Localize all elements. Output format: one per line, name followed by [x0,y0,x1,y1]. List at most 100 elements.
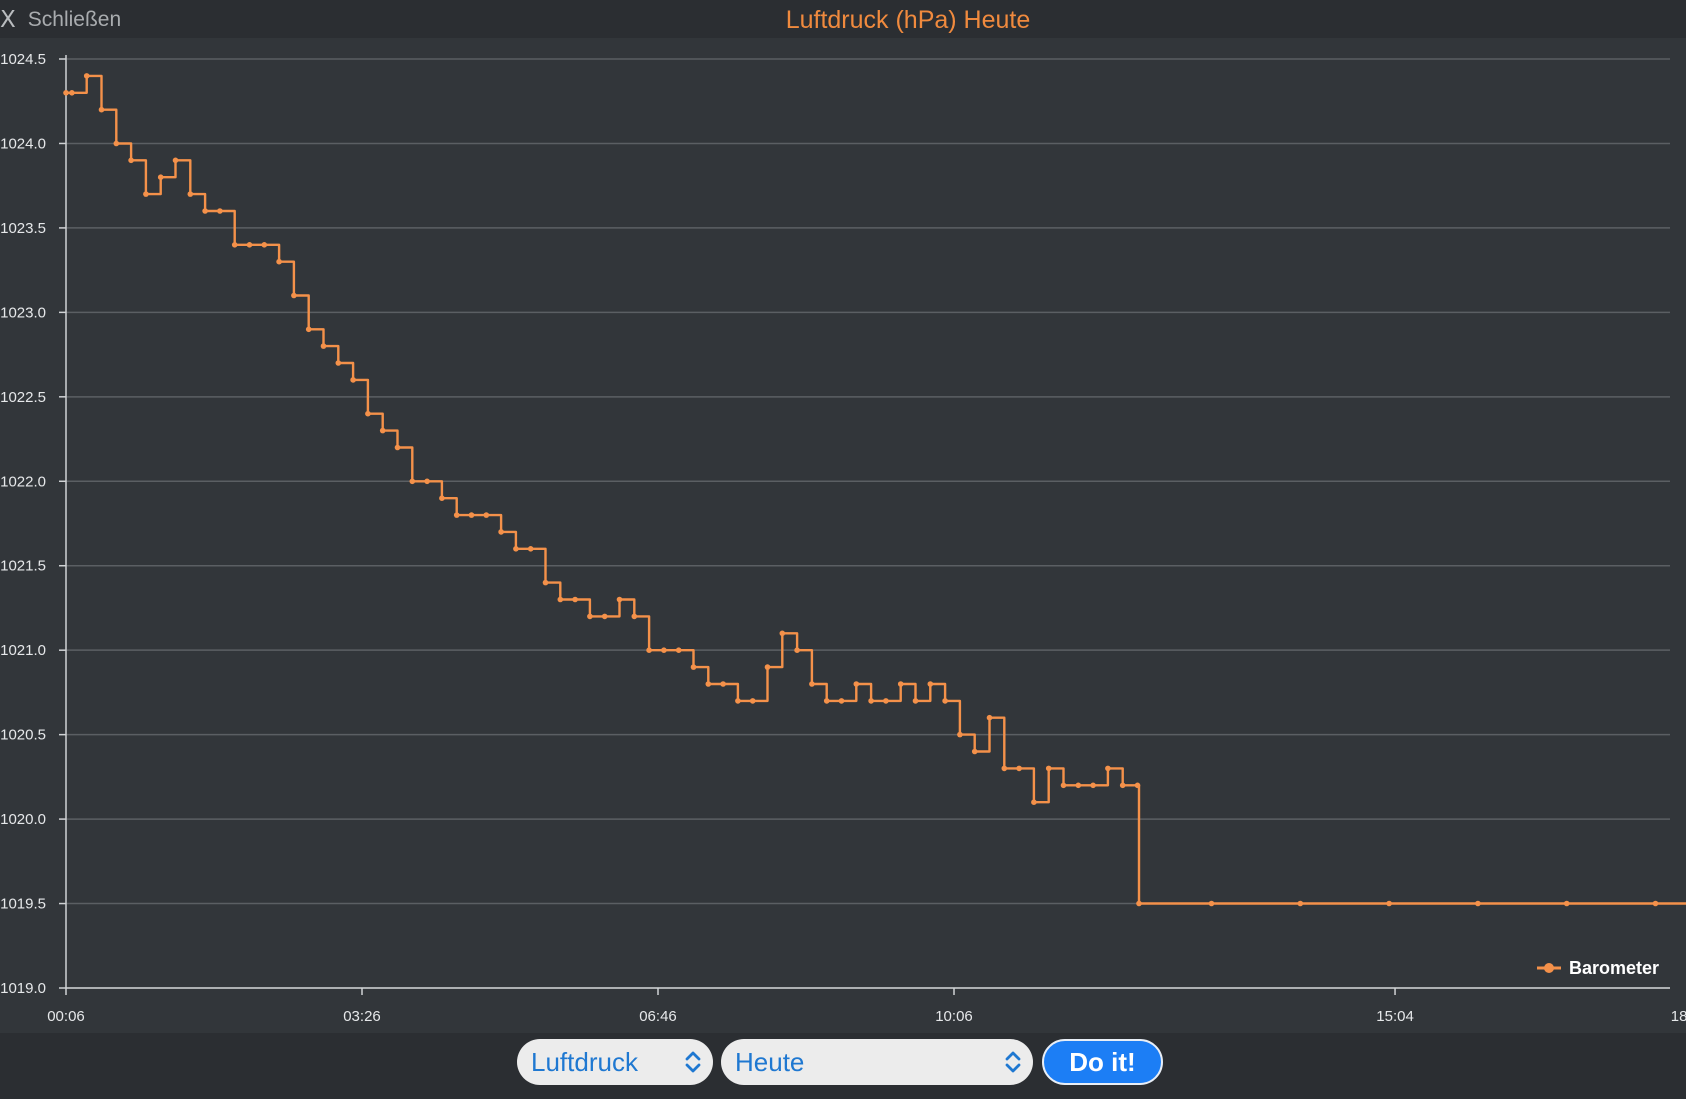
data-point [498,529,504,535]
data-point [868,698,874,704]
data-point [690,664,697,670]
data-point [572,596,578,603]
chart-title: Luftdruck (hPa) Heute [785,6,1031,34]
data-point [453,512,460,518]
y-tick-label: 1020.5 [0,727,46,744]
data-point [217,208,223,214]
data-point [1136,900,1142,907]
data-point [1105,765,1111,772]
data-point [705,681,712,687]
sensor-select[interactable]: Luftdruck [517,1039,713,1085]
data-point [779,630,786,637]
data-point [365,410,371,417]
x-tick-label: 03:26 [343,1008,381,1025]
top-bar: X Schließen Luftdruck (hPa) Heute [0,0,1686,38]
data-point [587,613,593,620]
data-point [1475,900,1481,907]
range-select[interactable]: Heute [721,1039,1033,1085]
data-point [883,698,889,704]
data-point [794,647,800,653]
data-point [335,360,342,366]
x-tick-label: 10:06 [935,1008,973,1025]
data-point [468,512,475,518]
data-point [661,647,667,653]
range-select-value: Heute [735,1046,805,1077]
x-tick-label: 15:04 [1376,1008,1414,1025]
data-point [291,292,297,299]
data-point [557,596,564,603]
series-line-barometer [66,74,1686,905]
x-tick-label: 00:06 [47,1008,85,1025]
data-point [305,326,312,333]
chevron-updown-icon [1005,1051,1021,1073]
chart-area: 1019.0 1019.5 1020.0 1020.5 1021.0 1021.5 1022… [0,51,1686,1025]
data-point [942,698,948,704]
data-point [1016,765,1022,772]
data-point [483,512,490,518]
y-tick-label: 1021.0 [0,642,46,659]
data-point [513,546,519,552]
data-point [1090,782,1096,789]
data-point [720,681,726,687]
data-point [527,546,534,552]
data-point [957,731,963,738]
data-point [409,478,416,485]
data-point [202,208,208,214]
data-point [853,681,860,687]
x-tick-label: 18:23 [1671,1008,1686,1025]
data-point [276,258,282,265]
data-point [231,242,238,248]
y-tick-label: 1021.5 [0,558,46,575]
data-point [172,157,179,164]
data-point [735,698,741,704]
data-point [320,343,327,349]
data-point [1134,782,1141,789]
data-point [1060,782,1067,789]
data-point [157,174,164,180]
data-point [927,681,934,687]
y-tick-label: 1022.0 [0,473,46,490]
legend-label: Barometer [1569,958,1659,978]
data-point [424,478,430,485]
data-point [986,714,993,721]
y-tick-label: 1022.5 [0,389,46,406]
legend-marker-icon [1544,963,1554,973]
data-point [63,90,69,96]
data-point [646,647,652,653]
chevron-updown-icon [685,1051,701,1073]
data-point [83,73,90,79]
data-point [394,444,401,451]
data-point [350,377,356,383]
y-tick-label: 1024.0 [0,135,46,152]
data-point [1001,765,1008,772]
data-point [246,242,253,248]
data-point [379,427,386,434]
sensor-select-value: Luftdruck [531,1046,638,1077]
data-point [1563,900,1570,907]
data-point [616,596,623,603]
data-point [143,191,149,197]
y-tick-label: 1019.0 [0,980,46,997]
data-point [912,698,919,704]
data-point [764,664,771,670]
data-point [809,681,815,687]
y-tick-label: 1023.5 [0,220,46,237]
y-tick-label: 1024.5 [0,51,46,68]
data-point [971,748,978,755]
data-point [897,681,904,687]
data-point [113,140,120,147]
data-point [128,157,134,164]
data-point [1208,900,1215,907]
data-point [601,613,608,620]
y-tick-label: 1019.5 [0,896,46,913]
data-point [69,90,75,96]
data-point [187,191,194,197]
data-point [1119,782,1126,789]
y-tick-label: 1023.0 [0,304,46,321]
data-point [1075,782,1082,789]
data-point [98,106,105,113]
data-point [749,698,756,704]
x-tick-label: 06:46 [639,1008,677,1025]
data-point [823,698,830,704]
do-it-button[interactable]: Do it! [1042,1039,1163,1085]
